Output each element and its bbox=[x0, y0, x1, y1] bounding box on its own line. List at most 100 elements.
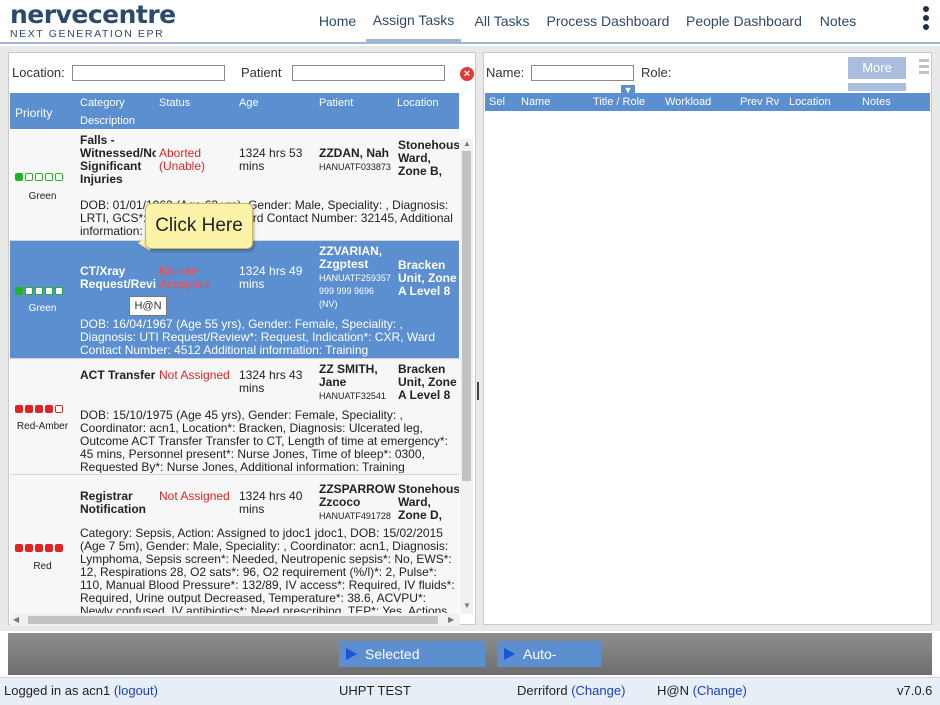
panel-scroll-icon[interactable] bbox=[919, 59, 929, 79]
priority-label: Green bbox=[28, 191, 57, 202]
current-location: Derriford bbox=[517, 683, 568, 698]
role-filter-label: Role: bbox=[641, 65, 672, 80]
task-description: Category: Sepsis, Action: Assigned to jd… bbox=[80, 527, 455, 613]
task-description: DOB: 15/10/1975 (Age 45 yrs), Gender: Fe… bbox=[80, 409, 448, 473]
task-location: Stonehouse Ward, Zone D, Level 7 bbox=[398, 483, 459, 523]
logout-link[interactable]: (logout) bbox=[114, 683, 158, 698]
header-name[interactable]: Name bbox=[521, 96, 550, 108]
header-priority[interactable]: Priority bbox=[15, 106, 52, 120]
patient-name: ZZVARIAN, Zzgptest bbox=[319, 245, 383, 271]
task-row-selected[interactable]: Green CT/Xray Request/Review No-one Acce… bbox=[10, 241, 459, 359]
task-location: Bracken Unit, Zone A Level 8 bbox=[398, 363, 457, 402]
priority-indicator bbox=[15, 544, 65, 552]
task-description: DOB: 16/04/1967 (Age 55 yrs), Gender: Fe… bbox=[80, 318, 436, 357]
task-description: DOB: 01/01/1962 (Age 63 yrs), Gender: Ma… bbox=[80, 199, 453, 238]
task-status: Not Assigned bbox=[159, 369, 230, 382]
priority-indicator bbox=[15, 405, 65, 413]
play-icon bbox=[346, 648, 357, 660]
location-info: Derriford (Change) bbox=[517, 683, 625, 698]
logo-tagline: NEXT GENERATION EPR bbox=[10, 28, 165, 40]
name-filter-label: Name: bbox=[486, 65, 525, 80]
header-prev-rv[interactable]: Prev Rv bbox=[740, 96, 779, 108]
task-category: Registrar Notification bbox=[80, 490, 146, 516]
patient-id: HANUATF491728 bbox=[319, 511, 391, 521]
header-age[interactable]: Age bbox=[239, 97, 259, 109]
priority-label: Red-Amber bbox=[16, 421, 69, 432]
site-name: UHPT TEST bbox=[339, 683, 411, 698]
priority-label: Green bbox=[28, 303, 57, 314]
tasks-vertical-scrollbar[interactable]: ▲ ▼ bbox=[460, 139, 473, 614]
nav-process-dashboard[interactable]: Process Dashboard bbox=[542, 0, 674, 42]
action-bar: Selected Person(s) Auto-assign bbox=[8, 633, 932, 688]
priority-indicator bbox=[15, 287, 65, 295]
more-button[interactable]: More bbox=[848, 57, 906, 79]
tasks-panel: Location: Patient × Priority Category St… bbox=[8, 52, 476, 626]
role-info: H@N (Change) bbox=[657, 683, 747, 698]
header-sel[interactable]: Sel bbox=[489, 96, 505, 108]
location-filter-input[interactable] bbox=[72, 65, 225, 81]
nervecentre-logo[interactable]: nervecentre NEXT GENERATION EPR bbox=[10, 0, 176, 41]
task-age: 1324 hrs 53 mins bbox=[239, 147, 303, 173]
header-title-role[interactable]: Title / Role bbox=[593, 96, 645, 108]
scrollbar-thumb[interactable] bbox=[28, 616, 438, 624]
header-patient[interactable]: Patient bbox=[319, 97, 353, 109]
task-location: Stonehouse Ward, Zone B, Level 7 bbox=[398, 139, 459, 179]
patient-id: HANUATF033873 bbox=[319, 162, 391, 172]
task-age: 1324 hrs 40 mins bbox=[239, 490, 303, 516]
task-status: Aborted (Unable) bbox=[159, 147, 206, 173]
nav-all-tasks[interactable]: All Tasks bbox=[466, 0, 538, 42]
nav-home[interactable]: Home bbox=[309, 0, 366, 42]
task-location: Bracken Unit, Zone A Level 8 bbox=[398, 259, 457, 298]
auto-assign-button[interactable]: Auto-assign bbox=[497, 641, 601, 688]
task-category: ACT Transfer bbox=[80, 369, 156, 382]
patient-id: HANUATF32541 bbox=[319, 391, 386, 401]
task-row[interactable]: Red-Amber ACT Transfer Not Assigned 1324… bbox=[10, 359, 459, 475]
staff-panel: Name: ▼ Role: More Sel Name Title / Role… bbox=[483, 52, 932, 625]
task-age: 1324 hrs 49 mins bbox=[239, 265, 303, 291]
clear-icon[interactable]: × bbox=[460, 67, 474, 81]
main-area: Location: Patient × Priority Category St… bbox=[0, 46, 940, 631]
task-status: No-one Accepted bbox=[159, 265, 210, 291]
change-role-link[interactable]: (Change) bbox=[693, 683, 747, 698]
staff-table-header: Sel Name Title / Role Workload Prev Rv L… bbox=[485, 93, 930, 111]
panel-splitter[interactable] bbox=[477, 382, 479, 400]
role-tooltip: H@N bbox=[129, 296, 167, 316]
header-description[interactable]: Description bbox=[80, 115, 135, 127]
scrollbar-thumb[interactable] bbox=[462, 151, 471, 481]
name-filter-input[interactable] bbox=[531, 65, 634, 81]
kebab-menu-icon[interactable] bbox=[923, 6, 931, 33]
task-category: CT/Xray Request/Review bbox=[80, 265, 156, 291]
header-category[interactable]: Category bbox=[80, 97, 125, 109]
patient-id: HANUATF259357 bbox=[319, 273, 391, 283]
patient-name: ZZ SMITH, Jane bbox=[319, 363, 378, 389]
current-role: H@N bbox=[657, 683, 689, 698]
header-location[interactable]: Location bbox=[397, 97, 439, 109]
patient-name: ZZSPARROW, Zzcoco bbox=[319, 483, 395, 509]
nav-people-dashboard[interactable]: People Dashboard bbox=[680, 0, 808, 42]
selected-persons-button[interactable]: Selected Person(s) bbox=[339, 641, 485, 688]
header-location[interactable]: Location bbox=[789, 96, 831, 108]
version-label: v7.0.6 bbox=[897, 683, 933, 698]
top-header: nervecentre NEXT GENERATION EPR Home Ass… bbox=[0, 0, 940, 44]
task-age: 1324 hrs 43 mins bbox=[239, 369, 303, 395]
login-info: Logged in as acn1 (logout) bbox=[4, 683, 158, 698]
secondary-button[interactable] bbox=[848, 83, 906, 91]
priority-indicator bbox=[15, 173, 65, 181]
patient-filter-input[interactable] bbox=[292, 65, 445, 81]
tasks-horizontal-scrollbar[interactable]: ◀ ▶ bbox=[10, 614, 460, 626]
patient-nhs-number: 999 999 9696 (NV) bbox=[319, 286, 375, 309]
logo-wordmark: nervecentre bbox=[10, 0, 176, 29]
task-row[interactable]: Red Registrar Notification Not Assigned … bbox=[10, 475, 459, 614]
header-status[interactable]: Status bbox=[159, 97, 190, 109]
click-here-callout: Click Here bbox=[145, 203, 253, 249]
patient-name: ZZDAN, Nah bbox=[319, 147, 389, 160]
change-location-link[interactable]: (Change) bbox=[571, 683, 625, 698]
nav-notes[interactable]: Notes bbox=[812, 0, 864, 42]
nav-assign-tasks[interactable]: Assign Tasks bbox=[366, 0, 461, 42]
header-notes[interactable]: Notes bbox=[862, 96, 891, 108]
task-status: Not Assigned bbox=[159, 490, 230, 503]
header-workload[interactable]: Workload bbox=[665, 96, 711, 108]
patient-filter-label: Patient bbox=[241, 65, 282, 80]
task-category: Falls - Witnessed/No Significant Injurie… bbox=[80, 134, 156, 186]
status-bar: Logged in as acn1 (logout) UHPT TEST Der… bbox=[0, 677, 940, 705]
